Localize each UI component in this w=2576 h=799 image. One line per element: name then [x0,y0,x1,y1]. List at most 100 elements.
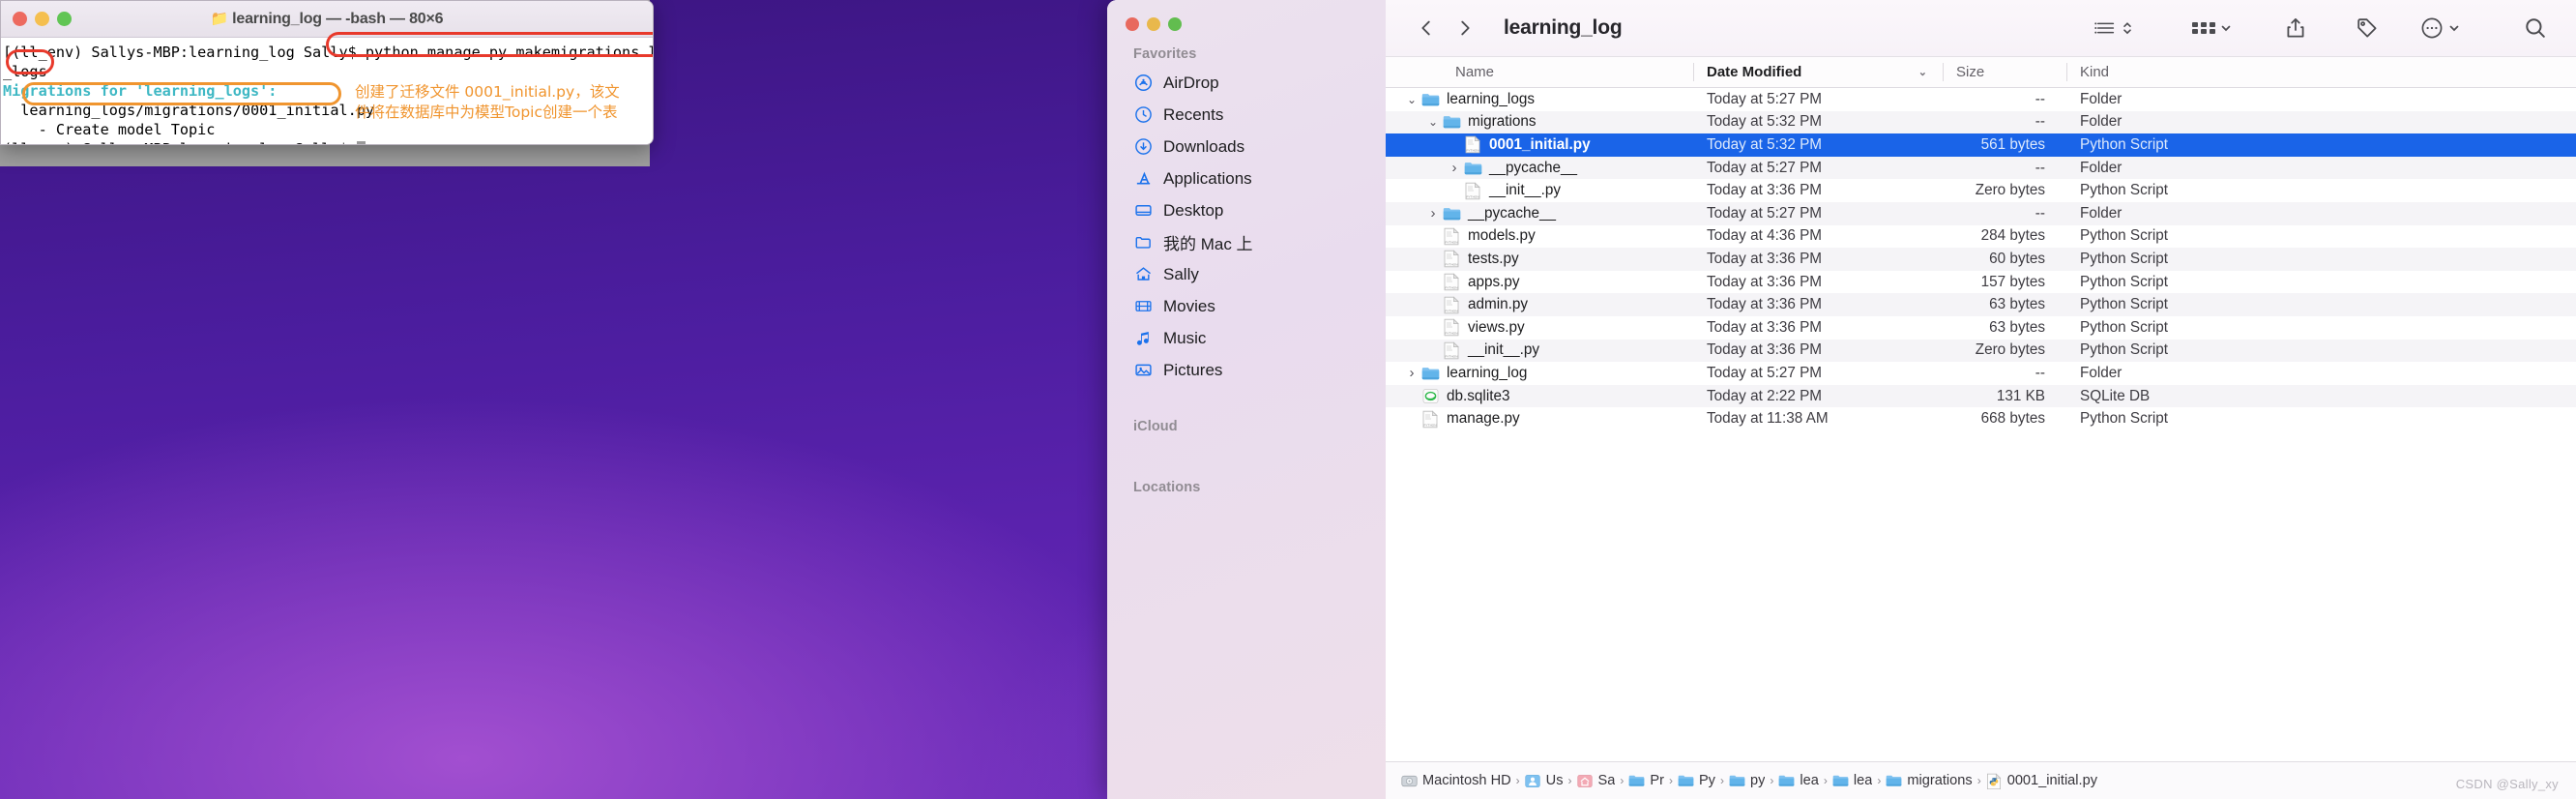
sidebar-item-my-mac[interactable]: 我的 Mac 上 [1107,226,1386,258]
file-name-cell[interactable]: · PYTHON manage.py [1386,409,1693,429]
sidebar-item-airdrop[interactable]: AirDrop [1107,67,1386,99]
terminal-window[interactable]: 📁 learning_log — -bash — 80×6 [(ll_env) S… [0,0,654,145]
path-bar-item[interactable]: py [1729,773,1765,788]
path-bar-item[interactable]: Macintosh HD [1401,773,1511,788]
path-bar-item[interactable]: 0001_initial.py [1986,772,2097,789]
zoom-button[interactable] [57,12,72,26]
path-bar-item[interactable]: Sa [1576,773,1615,788]
finder-window[interactable]: Favorites AirDrop Recents Downloads Appl… [1107,0,2576,799]
finder-file-list[interactable]: ⌄ learning_logs Today at 5:27 PM -- Folder ⌄ m… [1386,88,2576,761]
chevron-right-icon[interactable]: › [1403,365,1420,381]
path-bar-item[interactable]: lea [1778,773,1819,788]
back-button[interactable] [1407,12,1446,44]
table-row[interactable]: · db.sqlite3 Today at 2:22 PM 131 KB SQLite … [1386,384,2576,408]
file-size-cell: 60 bytes [1989,250,2045,267]
sidebar-item-movies[interactable]: Movies [1107,290,1386,322]
column-header-kind[interactable]: Kind [2066,57,2576,87]
file-date-cell: Today at 3:36 PM [1707,182,1823,199]
table-row[interactable]: · PYTHON models.py Today at 4:36 PM 284 byte… [1386,225,2576,249]
sidebar-item-pictures[interactable]: Pictures [1107,354,1386,386]
finder-sidebar[interactable]: Favorites AirDrop Recents Downloads Appl… [1107,0,1386,799]
file-date-cell: Today at 5:32 PM [1707,135,1823,153]
table-row[interactable]: · PYTHON admin.py Today at 3:36 PM 63 bytes P… [1386,293,2576,316]
file-size-cell: -- [2034,364,2045,381]
file-name-cell[interactable]: · PYTHON admin.py [1386,296,1693,314]
finder-close-button[interactable] [1126,17,1139,31]
path-separator-icon: › [1567,774,1572,787]
table-row[interactable]: · PYTHON views.py Today at 3:36 PM 63 bytes P… [1386,316,2576,340]
finder-minimize-button[interactable] [1147,17,1160,31]
tag-icon[interactable] [2348,12,2386,44]
file-name-cell[interactable]: · db.sqlite3 [1386,388,1693,405]
column-header-name[interactable]: Name [1386,57,1693,87]
chevron-right-icon[interactable]: › [1424,205,1442,222]
terminal-titlebar[interactable]: 📁 learning_log — -bash — 80×6 [1,1,653,38]
file-name-cell[interactable]: · PYTHON views.py [1386,318,1693,337]
file-name-cell[interactable]: · PYTHON apps.py [1386,273,1693,291]
path-bar-label: Py [1698,773,1715,788]
file-date-cell: Today at 5:27 PM [1707,204,1823,222]
column-header-size[interactable]: Size [1943,57,2066,87]
chevron-down-icon: ⌄ [1917,67,1927,78]
terminal-line-1: [(ll_env) Sallys-MBP:learning_log Sally$… [3,44,654,61]
file-kind-cell: Python Script [2080,227,2168,245]
path-bar-item[interactable]: lea [1832,773,1872,788]
file-name-cell[interactable]: › __pycache__ [1386,160,1693,177]
more-button[interactable] [2419,15,2460,41]
search-icon[interactable] [2516,12,2555,44]
forward-button[interactable] [1446,12,1484,44]
file-name-cell[interactable]: ⌄ migrations [1386,113,1693,131]
table-row[interactable]: · PYTHON tests.py Today at 3:36 PM 60 bytes P… [1386,248,2576,271]
view-mode-group[interactable] [2191,18,2232,38]
finder-path-bar[interactable]: Macintosh HD › Us › Sa › Pr › Py › py › lea › lea › migr… [1386,761,2576,799]
view-mode-list[interactable] [2094,18,2133,38]
table-row[interactable]: › __pycache__ Today at 5:27 PM -- Folder [1386,156,2576,180]
finder-toolbar[interactable]: learning_log [1386,0,2576,56]
sidebar-item-downloads[interactable]: Downloads [1107,131,1386,163]
svg-text:PYTHON: PYTHON [1446,309,1458,312]
path-separator-icon: › [1823,774,1828,787]
chevron-down-icon[interactable]: ⌄ [1403,93,1420,106]
sidebar-item-music[interactable]: Music [1107,322,1386,354]
finder-column-headers[interactable]: Name Date Modified ⌄ Size Kind [1386,56,2576,88]
file-name-cell[interactable]: ⌄ learning_logs [1386,91,1693,108]
path-bar-item[interactable]: Py [1678,773,1715,788]
table-row[interactable]: · PYTHON 0001_initial.py Today at 5:32 PM 56… [1386,133,2576,157]
file-name-cell[interactable]: › __pycache__ [1386,205,1693,222]
table-row[interactable]: ⌄ learning_logs Today at 5:27 PM -- Folder [1386,88,2576,111]
path-bar-item[interactable]: Us [1525,773,1564,788]
path-bar-item[interactable]: Pr [1628,773,1664,788]
sidebar-item-desktop[interactable]: Desktop [1107,194,1386,226]
table-row[interactable]: · PYTHON __init__.py Today at 3:36 PM Zero b… [1386,339,2576,363]
table-row[interactable]: ⌄ migrations Today at 5:32 PM -- Folder [1386,110,2576,134]
file-name-label: __init__.py [1468,341,1539,359]
file-name-cell[interactable]: · PYTHON __init__.py [1386,182,1693,200]
close-button[interactable] [13,12,27,26]
table-row[interactable]: › __pycache__ Today at 5:27 PM -- Folder [1386,201,2576,225]
table-row[interactable]: › learning_log Today at 5:27 PM -- Folder [1386,362,2576,385]
terminal-traffic-lights[interactable] [1,12,72,26]
column-header-date-modified[interactable]: Date Modified ⌄ [1693,57,1943,87]
chevron-down-icon[interactable]: ⌄ [1424,115,1442,129]
finder-traffic-lights[interactable] [1107,0,1386,31]
sidebar-item-recents[interactable]: Recents [1107,99,1386,131]
file-name-cell[interactable]: · PYTHON __init__.py [1386,341,1693,360]
finder-zoom-button[interactable] [1168,17,1182,31]
path-bar-item[interactable]: migrations [1886,773,1973,788]
path-bar-label: lea [1800,773,1819,788]
minimize-button[interactable] [35,12,49,26]
table-row[interactable]: · PYTHON __init__.py Today at 3:36 PM Zero b… [1386,179,2576,202]
file-name-cell[interactable]: › learning_log [1386,365,1693,382]
file-name-cell[interactable]: · PYTHON models.py [1386,227,1693,246]
file-date-cell: Today at 4:36 PM [1707,227,1823,245]
table-row[interactable]: · PYTHON manage.py Today at 11:38 AM 668 byt… [1386,407,2576,430]
sidebar-item-applications[interactable]: Applications [1107,163,1386,194]
file-name-label: models.py [1468,227,1536,245]
file-name-cell[interactable]: · PYTHON 0001_initial.py [1386,135,1693,154]
file-name-cell[interactable]: · PYTHON tests.py [1386,250,1693,268]
file-name-label: views.py [1468,318,1525,336]
chevron-right-icon[interactable]: › [1446,160,1463,176]
table-row[interactable]: · PYTHON apps.py Today at 3:36 PM 157 bytes P… [1386,271,2576,294]
share-button[interactable] [2276,12,2315,44]
sidebar-item-sally[interactable]: Sally [1107,258,1386,290]
